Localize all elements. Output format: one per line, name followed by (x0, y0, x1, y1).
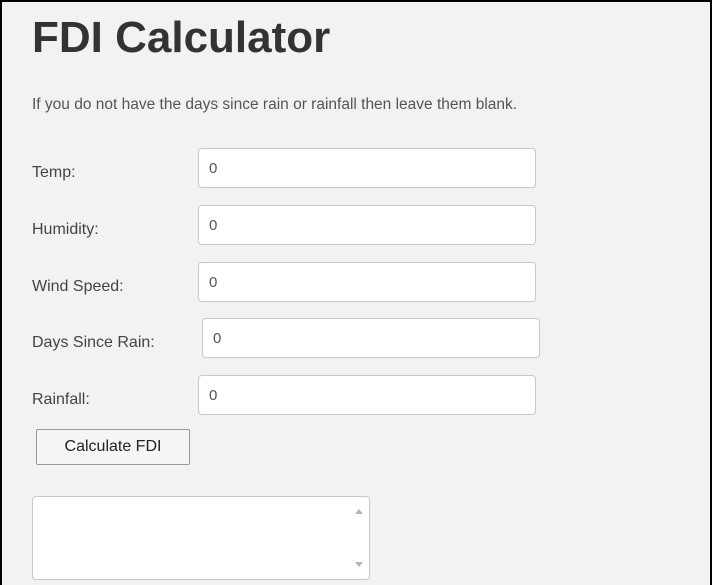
calculator-page: FDI Calculator If you do not have the da… (0, 0, 712, 585)
rainfall-input[interactable] (198, 375, 536, 415)
humidity-row: Humidity: (32, 205, 552, 247)
chevron-up-icon[interactable] (355, 509, 363, 514)
humidity-label: Humidity: (32, 221, 99, 238)
temp-input[interactable] (198, 148, 536, 188)
temp-row: Temp: (32, 148, 552, 190)
wind-speed-input[interactable] (198, 262, 536, 302)
page-title: FDI Calculator (32, 13, 331, 62)
calculate-fdi-button[interactable]: Calculate FDI (36, 429, 190, 465)
temp-label: Temp: (32, 164, 76, 181)
rainfall-row: Rainfall: (32, 375, 552, 417)
wind-speed-label: Wind Speed: (32, 278, 124, 295)
result-textarea[interactable] (32, 496, 370, 580)
days-since-rain-row: Days Since Rain: (32, 318, 552, 360)
rainfall-label: Rainfall: (32, 391, 90, 408)
chevron-down-icon[interactable] (355, 562, 363, 567)
result-scrollbar[interactable] (351, 498, 368, 578)
wind-speed-row: Wind Speed: (32, 262, 552, 304)
days-since-rain-label: Days Since Rain: (32, 334, 155, 351)
instructions-text: If you do not have the days since rain o… (32, 96, 518, 113)
days-since-rain-input[interactable] (202, 318, 540, 358)
humidity-input[interactable] (198, 205, 536, 245)
